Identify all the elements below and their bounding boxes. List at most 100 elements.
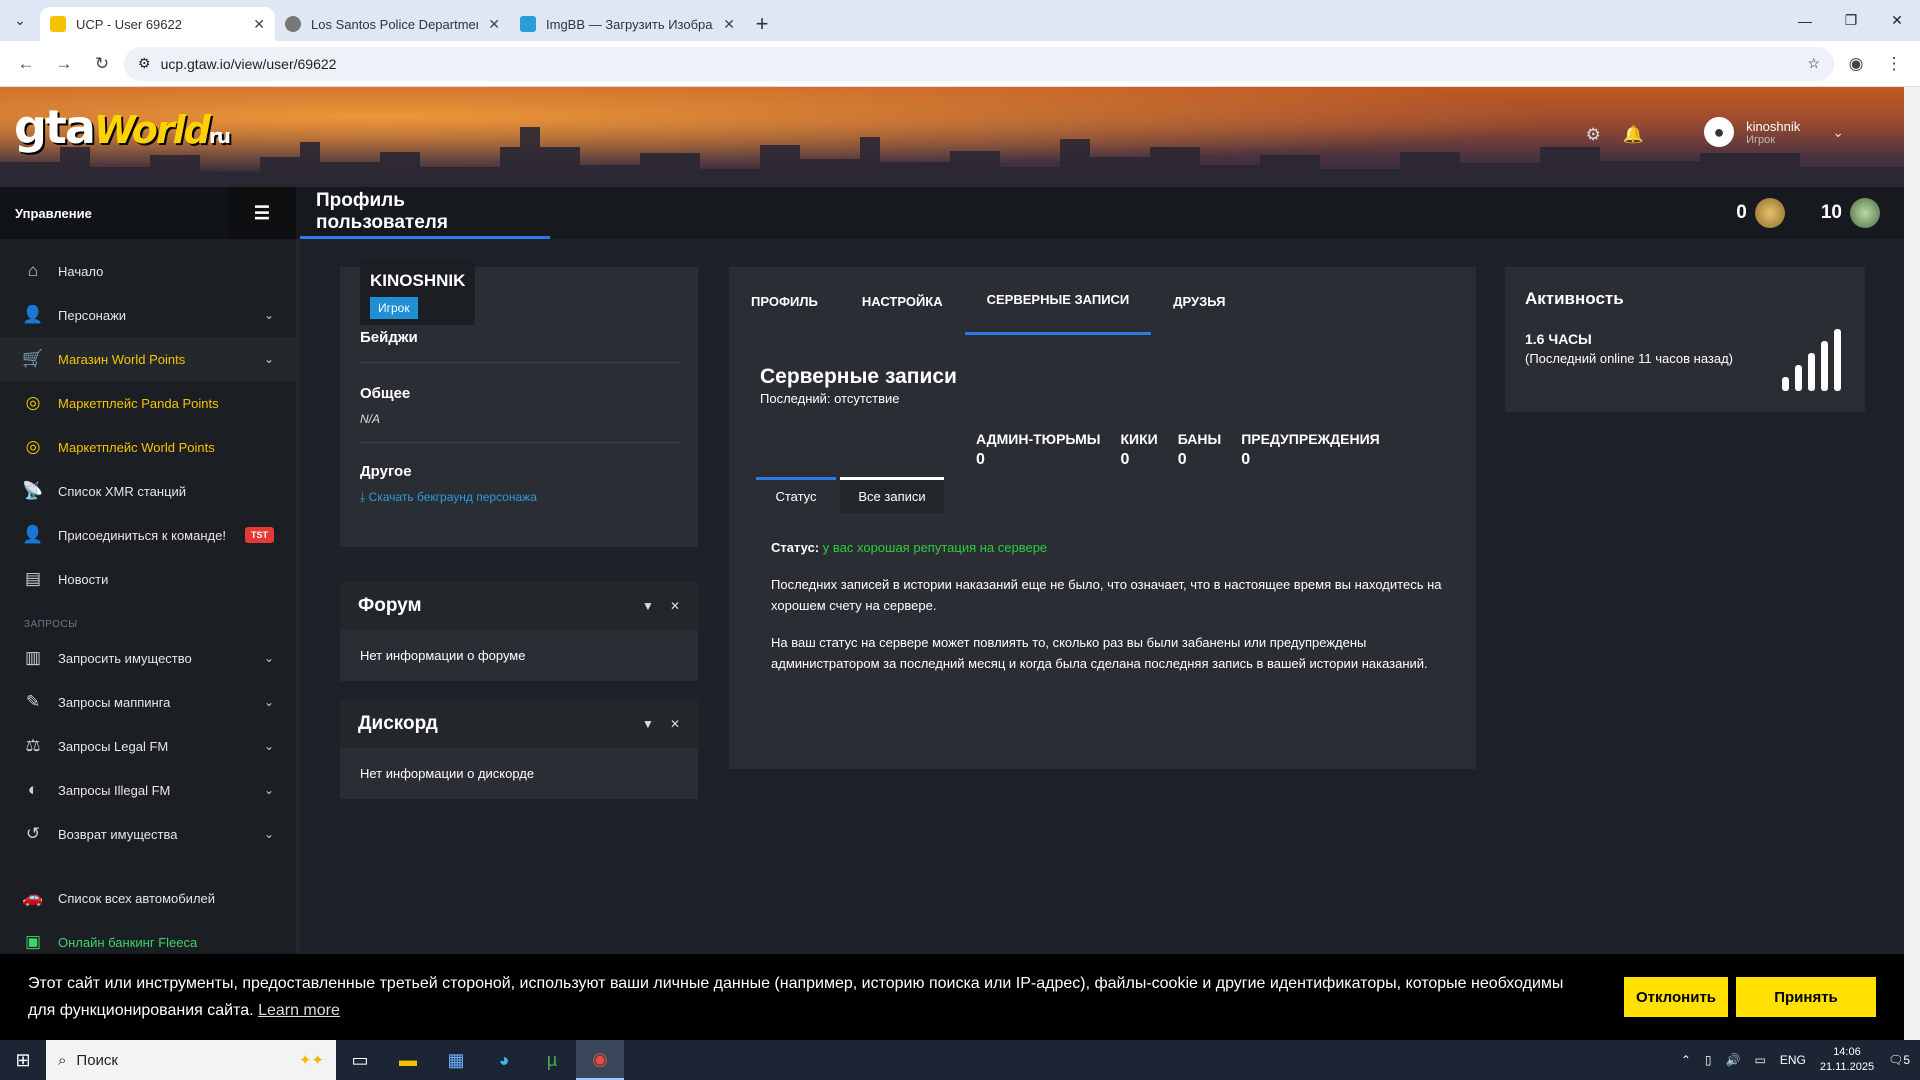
tab-server-records[interactable]: СЕРВЕРНЫЕ ЗАПИСИ <box>964 267 1152 335</box>
file-explorer-icon[interactable]: ▬ <box>384 1040 432 1080</box>
cookie-consent-bar: Этот сайт или инструменты, предоставленн… <box>0 954 1904 1040</box>
sidebar-item-label: Онлайн банкинг Fleeca <box>58 934 198 950</box>
sidebar-item-xmr[interactable]: 📡 Список XMR станций <box>0 469 296 513</box>
notification-bell-icon[interactable]: 🔔 <box>1623 125 1644 145</box>
notifications-icon[interactable]: 🗨5 <box>1888 1053 1910 1067</box>
antenna-icon: 📡 <box>22 481 44 500</box>
reload-icon[interactable]: ↻ <box>86 48 118 80</box>
collapse-caret-icon[interactable]: ▼ <box>642 717 654 731</box>
browser-tab-ucp[interactable]: UCP - User 69622 ✕ <box>40 7 275 41</box>
taskbar-search[interactable]: ⌕ Поиск ✦✦ <box>46 1040 336 1080</box>
gta-world-logo[interactable]: gtaWorldru <box>14 97 231 166</box>
sidebar-item-join-team[interactable]: 👤 Присоединиться к команде! TST <box>0 513 296 557</box>
accept-button[interactable]: Принять <box>1736 977 1876 1017</box>
network-icon[interactable]: ▭ <box>1754 1053 1765 1067</box>
world-points[interactable]: 10 <box>1821 198 1880 228</box>
logo-ru: ru <box>208 124 231 148</box>
sidebar-item-world-points-shop[interactable]: 🛒 Магазин World Points ⌄ <box>0 337 296 381</box>
profile-card: KINOSHNIK Игрок Бейджи Общее N/A Другое … <box>340 261 698 547</box>
tab-close-icon[interactable]: ✕ <box>253 16 265 33</box>
close-icon[interactable]: ✕ <box>670 717 680 731</box>
tray-chevron-icon[interactable]: ⌃ <box>1681 1053 1691 1067</box>
sidebar-item-world-marketplace[interactable]: ◎ Маркетплейс World Points <box>0 425 296 469</box>
learn-more-link[interactable]: Learn more <box>258 1002 340 1019</box>
bookmark-star-icon[interactable]: ☆ <box>1807 55 1820 72</box>
badges-title: Бейджи <box>360 329 418 346</box>
edge-icon[interactable]: ◕ <box>480 1040 528 1080</box>
windows-taskbar: ⊞ ⌕ Поиск ✦✦ ▭ ▬ ▦ ◕ µ ◉ ⌃ ▯ 🔊 ▭ ENG 14:… <box>0 1040 1920 1080</box>
stat-admin-jail: АДМИН-ТЮРЬМЫ 0 <box>976 431 1101 469</box>
profile-icon[interactable]: ◉ <box>1840 48 1872 80</box>
close-icon[interactable]: ✕ <box>670 599 680 613</box>
tab-profile[interactable]: ПРОФИЛЬ <box>751 267 840 335</box>
browser-tab-imgbb[interactable]: ImgBB — Загрузить Изображе ✕ <box>510 7 745 41</box>
sidebar-item-legal-fm[interactable]: ⚖ Запросы Legal FM ⌄ <box>0 724 296 768</box>
chrome-icon[interactable]: ◉ <box>576 1040 624 1080</box>
store-icon[interactable]: ▦ <box>432 1040 480 1080</box>
general-title: Общее <box>360 385 411 402</box>
language-indicator[interactable]: ENG <box>1780 1053 1806 1067</box>
browser-tab-lspd[interactable]: Los Santos Police Department - ✕ <box>275 7 510 41</box>
subtab-status[interactable]: Статус <box>756 477 836 513</box>
sidebar-item-vehicles[interactable]: 🚗 Список всех автомобилей <box>0 876 296 920</box>
close-window-icon[interactable]: ✕ <box>1874 0 1920 41</box>
volume-icon[interactable]: 🔊 <box>1726 1053 1741 1067</box>
restore-icon[interactable]: ❐ <box>1828 0 1874 41</box>
page-scrollbar[interactable] <box>1904 87 1920 1040</box>
sidebar-item-label: Присоединиться к команде! <box>58 527 226 543</box>
sidebar-item-characters[interactable]: 👤 Персонажи ⌄ <box>0 293 296 337</box>
imgbb-favicon-icon <box>520 16 536 32</box>
tab-settings[interactable]: НАСТРОЙКА <box>840 267 965 335</box>
utorrent-icon[interactable]: µ <box>528 1040 576 1080</box>
battery-icon[interactable]: ▯ <box>1705 1053 1712 1067</box>
collapse-caret-icon[interactable]: ▼ <box>642 599 654 613</box>
forum-card-header: Форум ▼ ✕ <box>340 582 698 630</box>
activity-hours: 1.6 ЧАСЫ <box>1525 331 1592 347</box>
back-icon[interactable]: ← <box>10 48 42 80</box>
user-menu[interactable]: ● kinoshnik Игрок ⌄ <box>1704 117 1844 147</box>
world-points-value: 10 <box>1820 202 1842 223</box>
task-view-icon[interactable]: ▭ <box>336 1040 384 1080</box>
site-info-icon[interactable]: ⚙ <box>138 55 151 72</box>
download-link-text: Скачать бекграунд персонажа <box>368 490 537 504</box>
signal-bars-icon <box>1782 327 1841 391</box>
tab-search-icon[interactable]: ⌄ <box>0 0 40 41</box>
sidebar-item-property-return[interactable]: ↺ Возврат имущества ⌄ <box>0 812 296 856</box>
forward-icon[interactable]: → <box>48 48 80 80</box>
minimize-icon[interactable]: — <box>1782 0 1828 41</box>
tab-friends[interactable]: ДРУЗЬЯ <box>1151 267 1247 335</box>
search-placeholder: Поиск <box>76 1051 118 1069</box>
panda-points[interactable]: 0 <box>1736 198 1785 228</box>
new-tab-button[interactable]: + <box>745 7 779 41</box>
clock[interactable]: 14:06 21.11.2025 <box>1820 1045 1874 1075</box>
chevron-down-icon: ⌄ <box>263 783 274 797</box>
sidebar-item-panda-marketplace[interactable]: ◎ Маркетплейс Panda Points <box>0 381 296 425</box>
sidebar-item-illegal-fm[interactable]: ◐ Запросы Illegal FM ⌄ <box>0 768 296 812</box>
settings-gear-icon[interactable]: ⚙ <box>1586 125 1601 145</box>
tst-badge: TST <box>245 527 274 543</box>
subtab-all-records[interactable]: Все записи <box>840 477 944 513</box>
url-field[interactable]: ⚙ ucp.gtaw.io/view/user/69622 ☆ <box>124 46 1834 81</box>
download-background-link[interactable]: ⤓ Скачать бекграунд персонажа <box>360 490 680 505</box>
activity-title: Активность <box>1525 289 1624 308</box>
clock-date: 21.11.2025 <box>1819 1061 1875 1073</box>
sidebar-item-mapping-requests[interactable]: ✎ Запросы маппинга ⌄ <box>0 680 296 724</box>
status-paragraph-1: Последних записей в истории наказаний ещ… <box>771 577 1442 613</box>
tab-close-icon[interactable]: ✕ <box>488 16 500 33</box>
badges-section: Бейджи <box>360 329 680 363</box>
sidebar-item-label: Персонажи <box>58 307 127 323</box>
windows-start-icon[interactable]: ⊞ <box>0 1040 46 1080</box>
records-last: Последний: отсутствие <box>760 391 900 406</box>
sidebar-item-news[interactable]: ▤ Новости <box>0 557 296 601</box>
tab-title: UCP - User 69622 <box>76 16 182 32</box>
browser-menu-icon[interactable]: ⋮ <box>1878 48 1910 80</box>
chevron-down-icon: ⌄ <box>263 651 274 665</box>
hamburger-menu-icon[interactable]: ☰ <box>228 187 296 239</box>
sidebar-item-property-request[interactable]: ▥ Запросить имущество ⌄ <box>0 636 296 680</box>
sidebar-item-label: Магазин World Points <box>58 351 186 367</box>
sidebar-header: Управление ☰ <box>0 187 296 239</box>
tab-close-icon[interactable]: ✕ <box>723 16 735 33</box>
decline-button[interactable]: Отклонить <box>1624 977 1728 1017</box>
stat-label: АДМИН-ТЮРЬМЫ <box>976 431 1101 447</box>
sidebar-item-home[interactable]: ⌂ Начало <box>0 249 296 293</box>
